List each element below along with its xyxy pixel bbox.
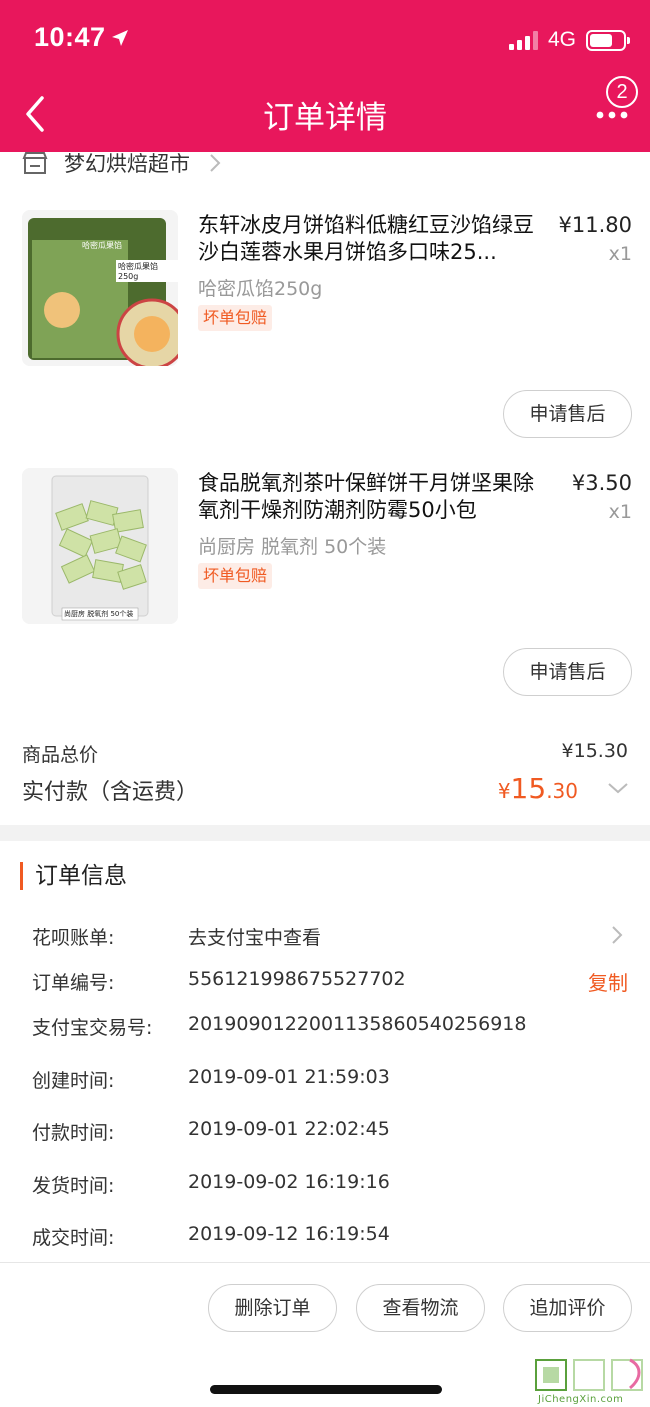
- paid-amount-label: 实付款（含运费）: [22, 780, 199, 805]
- product-image-illustration: [22, 210, 178, 366]
- paid-time-label: 付款时间:: [32, 1122, 115, 1144]
- product-quantity: x1: [608, 501, 632, 523]
- created-time-value: 2019-09-01 21:59:03: [188, 1066, 390, 1088]
- guarantee-tag: 坏单包赔: [198, 563, 273, 589]
- product-image-mooncake-filling[interactable]: 哈密瓜果馅 哈密瓜果馅250g: [22, 210, 178, 366]
- chevron-right-icon[interactable]: [610, 924, 624, 946]
- add-review-button[interactable]: 追加评价: [503, 1284, 632, 1332]
- shipped-time-value: 2019-09-02 16:19:16: [188, 1171, 390, 1193]
- package-label: 尚厨房 脱氧剂 50个装: [64, 610, 134, 618]
- created-time-label: 创建时间:: [32, 1070, 115, 1092]
- store-icon: [22, 152, 48, 174]
- footer-divider: [0, 1262, 650, 1263]
- product-price: ¥3.50: [571, 471, 632, 495]
- product-title[interactable]: 东轩冰皮月饼馅料低糖红豆沙馅绿豆沙白莲蓉水果月饼馅多口味25...: [198, 212, 548, 266]
- network-type: 4G: [547, 28, 576, 51]
- battery-icon: [586, 29, 630, 51]
- after-sale-button[interactable]: 申请售后: [503, 390, 632, 438]
- view-logistics-button[interactable]: 查看物流: [356, 1284, 485, 1332]
- delete-order-button[interactable]: 删除订单: [208, 1284, 337, 1332]
- product-title[interactable]: 食品脱氧剂茶叶保鲜饼干月饼坚果除氧剂干燥剂防潮剂防霉50小包: [198, 470, 548, 524]
- paid-integer: 15: [510, 772, 547, 805]
- status-indicators: 4G: [508, 26, 630, 54]
- signal-icon: [508, 30, 538, 50]
- huabei-bill-label: 花呗账单:: [32, 927, 115, 949]
- section-divider: [0, 825, 650, 841]
- completed-time-label: 成交时间:: [32, 1227, 115, 1249]
- product-quantity: x1: [608, 243, 632, 265]
- guarantee-tag: 坏单包赔: [198, 305, 273, 331]
- total-price-value: ¥15.30: [561, 740, 628, 762]
- total-price-label: 商品总价: [22, 744, 99, 766]
- order-number-value: 556121998675527702: [188, 968, 406, 990]
- shipped-time-label: 发货时间:: [32, 1175, 115, 1197]
- shop-name: 梦幻烘焙超市: [64, 152, 190, 176]
- completed-time-value: 2019-09-12 16:19:54: [188, 1223, 390, 1245]
- after-sale-button[interactable]: 申请售后: [503, 648, 632, 696]
- product-image-oxygen-absorber[interactable]: 尚厨房 脱氧剂 50个装: [22, 468, 178, 624]
- package-brand-text: 哈密瓜果馅: [82, 241, 122, 250]
- order-info-title: 订单信息: [20, 862, 127, 890]
- product-image-illustration: [22, 468, 178, 624]
- watermark-text: JiChengXin.com: [538, 1394, 624, 1405]
- paid-amount-value: ¥15.30: [498, 772, 578, 805]
- notification-badge: 2: [606, 76, 638, 108]
- header-bar: 10:47 4G 订单详情 2: [0, 0, 650, 152]
- location-arrow-icon: [112, 30, 128, 46]
- product-sku: 尚厨房 脱氧剂 50个装: [198, 536, 387, 558]
- product-price: ¥11.80: [558, 213, 632, 237]
- status-time: 10:47: [34, 22, 106, 52]
- chevron-right-icon: [210, 154, 221, 172]
- product-sku: 哈密瓜馅250g: [198, 278, 323, 300]
- huabei-bill-link[interactable]: 去支付宝中查看: [188, 923, 321, 950]
- alipay-trade-label: 支付宝交易号:: [32, 1017, 153, 1039]
- alipay-trade-value: 2019090122001135860540256918: [188, 1013, 527, 1035]
- page-title: 订单详情: [263, 100, 387, 136]
- order-number-label: 订单编号:: [32, 972, 115, 994]
- package-label: 哈密瓜果馅250g: [116, 260, 178, 282]
- paid-currency: ¥: [497, 779, 511, 803]
- chevron-down-icon[interactable]: [606, 780, 630, 796]
- shop-link[interactable]: 梦幻烘焙超市: [22, 148, 222, 178]
- paid-decimal: .30: [546, 779, 578, 803]
- copy-button[interactable]: 复制: [588, 967, 628, 996]
- home-indicator[interactable]: [210, 1385, 442, 1394]
- paid-time-value: 2019-09-01 22:02:45: [188, 1118, 390, 1140]
